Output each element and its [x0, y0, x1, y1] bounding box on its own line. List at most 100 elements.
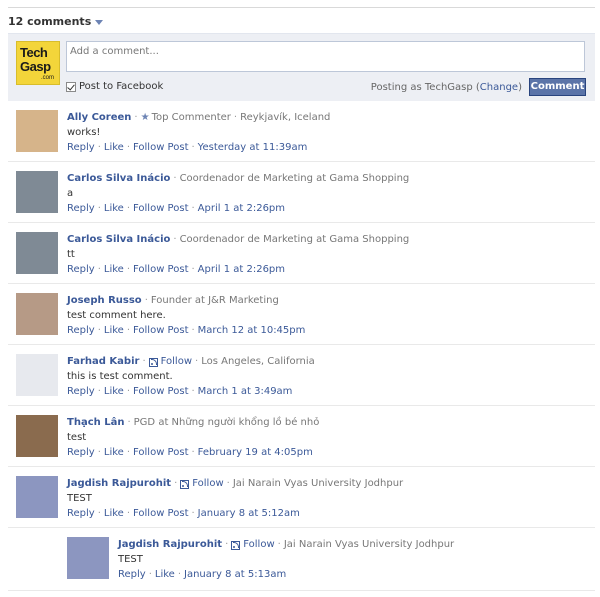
comment-author-link[interactable]: Carlos Silva Inácio — [67, 172, 170, 186]
follow-link[interactable]: Follow — [161, 355, 192, 369]
like-link[interactable]: Like — [104, 142, 124, 153]
timestamp-link[interactable]: March 1 at 3:49am — [198, 386, 293, 397]
author-info: PGD at Những người khổng lồ bé nhỏ — [133, 417, 320, 428]
separator: · — [195, 356, 199, 367]
author-info: Coordenador de Marketing at Gama Shoppin… — [179, 234, 410, 245]
timestamp-link[interactable]: April 1 at 2:26pm — [198, 203, 285, 214]
reply-link[interactable]: Reply — [67, 325, 95, 336]
separator: · — [126, 447, 131, 458]
separator: · — [191, 325, 195, 336]
avatar[interactable] — [16, 232, 58, 274]
follow-post-link[interactable]: Follow Post — [133, 386, 188, 397]
separator: · — [177, 569, 182, 580]
comment-author-link[interactable]: Ally Coreen — [67, 111, 131, 125]
comment-meta: Thạch Lân · PGD at Những người khổng lồ bé… — [67, 416, 587, 430]
author-info: Jai Narain Vyas University Jodhpur — [283, 539, 455, 550]
like-link[interactable]: Like — [104, 264, 124, 275]
reply-link[interactable]: Reply — [67, 142, 95, 153]
comment-actions: Reply · Like · Follow Post · April 1 at 2:26pm — [67, 263, 587, 277]
like-link[interactable]: Like — [155, 569, 175, 580]
separator: · — [97, 264, 101, 275]
comment-item: Carlos Silva Inácio · Coordenador de Marke… — [8, 162, 595, 223]
comment-body: Jagdish Rajpurohit · Follow · Jai Narain Vya… — [118, 538, 600, 582]
chevron-down-icon[interactable] — [95, 19, 104, 25]
like-link[interactable]: Like — [104, 447, 124, 458]
author-info: Jai Narain Vyas University Jodhpur — [232, 478, 404, 489]
comment-actions: Reply · Like · Follow Post · April 1 at 2:26pm — [67, 202, 587, 216]
comment-author-link[interactable]: Thạch Lân — [67, 416, 124, 430]
comment-author-link[interactable]: Jagdish Rajpurohit — [118, 538, 222, 552]
timestamp-link[interactable]: March 12 at 10:45pm — [198, 325, 306, 336]
comment-item: Joseph Russo · Founder at J&R Marketing te… — [8, 284, 595, 345]
author-info: Reykjavík, Iceland — [240, 112, 331, 123]
separator: · — [233, 112, 238, 123]
follow-link[interactable]: Follow — [243, 538, 274, 552]
comment-text: this is test comment. — [67, 371, 173, 382]
comment-author-link[interactable]: Carlos Silva Inácio — [67, 233, 170, 247]
timestamp-link[interactable]: January 8 at 5:13am — [184, 569, 286, 580]
avatar[interactable] — [16, 110, 58, 152]
rss-icon — [231, 540, 241, 550]
comment-actions: Reply · Like · Follow Post · January 8 at 5:12… — [67, 507, 587, 521]
avatar[interactable] — [16, 415, 58, 457]
avatar[interactable] — [67, 537, 109, 579]
avatar[interactable] — [16, 476, 58, 518]
follow-post-link[interactable]: Follow Post — [133, 325, 188, 336]
like-link[interactable]: Like — [104, 508, 124, 519]
comment-item: Thạch Lân · PGD at Những người khổng lồ bé… — [8, 406, 595, 467]
submit-comment-button[interactable]: Comment — [529, 78, 586, 96]
like-link[interactable]: Like — [104, 325, 124, 336]
avatar[interactable] — [16, 293, 58, 335]
comment-text: a — [67, 188, 74, 199]
comment-count-toggle[interactable]: 12 comments — [8, 14, 104, 28]
comment-text: test comment here. — [67, 310, 166, 321]
comment-author-link[interactable]: Jagdish Rajpurohit — [67, 477, 171, 491]
comment-meta: Joseph Russo · Founder at J&R Marketing — [67, 294, 587, 308]
comment-input[interactable]: Add a comment... — [66, 41, 585, 72]
follow-post-link[interactable]: Follow Post — [133, 447, 188, 458]
timestamp-link[interactable]: Yesterday at 11:39am — [198, 142, 308, 153]
change-identity-link[interactable]: Change — [480, 82, 518, 93]
comment-item: Farhad Kabir · Follow · Los Angeles, Califor… — [8, 345, 595, 406]
comment-composer: Tech Gasp .com Add a comment... Post to … — [8, 33, 595, 101]
follow-link[interactable]: Follow — [192, 477, 223, 491]
reply-comment: Jagdish Rajpurohit · Follow · Jai Narain Vya… — [59, 528, 595, 589]
like-link[interactable]: Like — [104, 386, 124, 397]
reply-link[interactable]: Reply — [67, 386, 95, 397]
comment-text: TEST — [118, 554, 143, 565]
avatar[interactable] — [16, 171, 58, 213]
comment-actions: Reply · Like · January 8 at 5:13am — [118, 568, 600, 582]
follow-post-link[interactable]: Follow Post — [133, 142, 188, 153]
timestamp-link[interactable]: April 1 at 2:26pm — [198, 264, 285, 275]
comment-body: Carlos Silva Inácio · Coordenador de Marke… — [67, 233, 587, 277]
separator: · — [277, 539, 281, 550]
separator: · — [142, 356, 146, 367]
follow-post-link[interactable]: Follow Post — [133, 508, 188, 519]
reply-link[interactable]: Reply — [67, 508, 95, 519]
reply-link[interactable]: Reply — [67, 203, 95, 214]
comment-actions: Reply · Like · Follow Post · February 19 at 4:… — [67, 446, 587, 460]
reply-link[interactable]: Reply — [67, 264, 95, 275]
follow-post-link[interactable]: Follow Post — [133, 203, 188, 214]
comment-body: Farhad Kabir · Follow · Los Angeles, Califor… — [67, 355, 587, 399]
post-to-facebook-option[interactable]: Post to Facebook — [66, 81, 163, 92]
reply-link[interactable]: Reply — [118, 569, 146, 580]
user-avatar: Tech Gasp .com — [16, 41, 60, 85]
timestamp-link[interactable]: January 8 at 5:12am — [198, 508, 300, 519]
post-to-facebook-checkbox[interactable] — [66, 81, 76, 92]
avatar[interactable] — [16, 354, 58, 396]
like-link[interactable]: Like — [104, 203, 124, 214]
comment-body: Joseph Russo · Founder at J&R Marketing te… — [67, 294, 587, 338]
separator: · — [191, 203, 195, 214]
comment-author-link[interactable]: Joseph Russo — [67, 294, 142, 308]
follow-post-link[interactable]: Follow Post — [133, 264, 188, 275]
timestamp-link[interactable]: February 19 at 4:05pm — [198, 447, 313, 458]
rss-icon — [148, 357, 158, 367]
separator: · — [191, 142, 195, 153]
comment-body: Thạch Lân · PGD at Những người khổng lồ bé… — [67, 416, 587, 460]
reply-link[interactable]: Reply — [67, 447, 95, 458]
separator: · — [126, 142, 131, 153]
comment-actions: Reply · Like · Follow Post · March 12 at 10:45… — [67, 324, 587, 338]
comment-author-link[interactable]: Farhad Kabir — [67, 355, 139, 369]
separator: · — [97, 447, 101, 458]
